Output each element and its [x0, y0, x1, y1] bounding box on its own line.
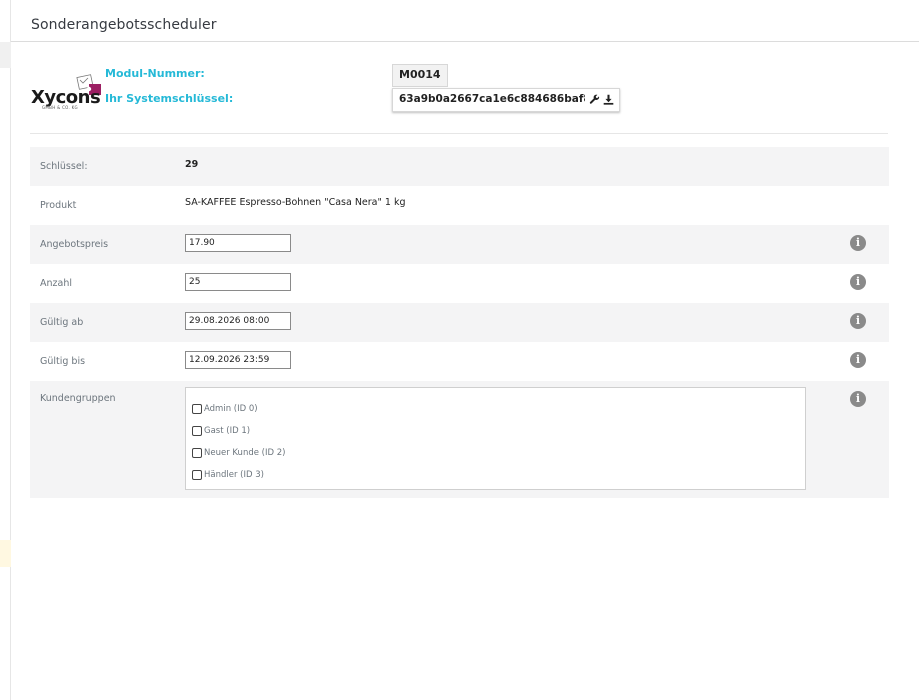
angebotspreis-input[interactable]	[185, 234, 291, 252]
download-icon[interactable]	[603, 94, 614, 105]
anzahl-label: Anzahl	[40, 278, 72, 289]
kundengruppen-label: Kundengruppen	[40, 393, 116, 404]
section-divider	[30, 133, 888, 134]
checkbox[interactable]	[192, 470, 202, 480]
produkt-value: SA-KAFFEE Espresso-Bohnen "Casa Nera" 1 …	[185, 197, 406, 208]
angebotspreis-label: Angebotspreis	[40, 239, 109, 250]
system-key-value: 63a9b0a2667ca1e6c884686baf83c814	[399, 93, 585, 105]
info-icon[interactable]: i	[850, 235, 866, 251]
module-number-value: M0014	[392, 64, 448, 87]
info-icon[interactable]: i	[850, 313, 866, 329]
info-icon[interactable]: i	[850, 274, 866, 290]
row-kundengruppen: Kundengruppen Admin (ID 0) Gast (ID 1) N…	[30, 381, 889, 498]
kundengruppe-option[interactable]: Gast (ID 1)	[192, 420, 799, 442]
row-angebotspreis: Angebotspreis i	[30, 225, 889, 264]
info-icon[interactable]: i	[850, 352, 866, 368]
wrench-icon[interactable]	[589, 94, 600, 105]
checkbox[interactable]	[192, 448, 202, 458]
page-title: Sonderangebotsscheduler	[31, 17, 217, 33]
row-gueltig-ab: Gültig ab i	[30, 303, 889, 342]
logo-subtext: GMBH & CO. KG	[42, 105, 78, 110]
row-schluessel: Schlüssel: 29	[30, 147, 889, 186]
kundengruppe-label: Neuer Kunde (ID 2)	[204, 448, 286, 458]
gueltig-bis-label: Gültig bis	[40, 356, 86, 367]
gueltig-ab-label: Gültig ab	[40, 317, 84, 328]
system-key-label: Ihr Systemschlüssel:	[105, 92, 234, 105]
gueltig-bis-input[interactable]	[185, 351, 291, 369]
kundengruppe-label: Gast (ID 1)	[204, 426, 251, 436]
row-anzahl: Anzahl i	[30, 264, 889, 303]
kundengruppe-label: Admin (ID 0)	[204, 404, 258, 414]
page-header: Sonderangebotsscheduler	[11, 0, 919, 42]
kundengruppe-option[interactable]: Neuer Kunde (ID 2)	[192, 442, 799, 464]
kundengruppe-option[interactable]: Admin (ID 0)	[192, 398, 799, 420]
kundengruppe-label: Händler (ID 3)	[204, 470, 264, 480]
produkt-label: Produkt	[40, 200, 77, 211]
gueltig-ab-input[interactable]	[185, 312, 291, 330]
row-produkt: Produkt SA-KAFFEE Espresso-Bohnen "Casa …	[30, 186, 889, 225]
offer-form: Schlüssel: 29 Produkt SA-KAFFEE Espresso…	[30, 147, 889, 498]
checkbox[interactable]	[192, 404, 202, 414]
xycons-logo: Xycons GMBH & CO. KG	[30, 68, 106, 110]
row-gueltig-bis: Gültig bis i	[30, 342, 889, 381]
checkbox[interactable]	[192, 426, 202, 436]
system-key-field[interactable]: 63a9b0a2667ca1e6c884686baf83c814	[392, 88, 620, 112]
schluessel-label: Schlüssel:	[40, 161, 88, 172]
sidebar-strip	[0, 0, 11, 700]
anzahl-input[interactable]	[185, 273, 291, 291]
kundengruppe-option[interactable]: Händler (ID 3)	[192, 464, 799, 486]
schluessel-value: 29	[185, 159, 199, 170]
module-number-label: Modul-Nummer:	[105, 67, 205, 80]
brand-block: Xycons GMBH & CO. KG Modul-Nummer: Ihr S…	[30, 62, 270, 112]
sidebar-strip-item[interactable]	[0, 42, 11, 68]
kundengruppen-list: Admin (ID 0) Gast (ID 1) Neuer Kunde (ID…	[185, 387, 806, 490]
sidebar-strip-item-highlight[interactable]	[0, 540, 11, 567]
info-icon[interactable]: i	[850, 391, 866, 407]
